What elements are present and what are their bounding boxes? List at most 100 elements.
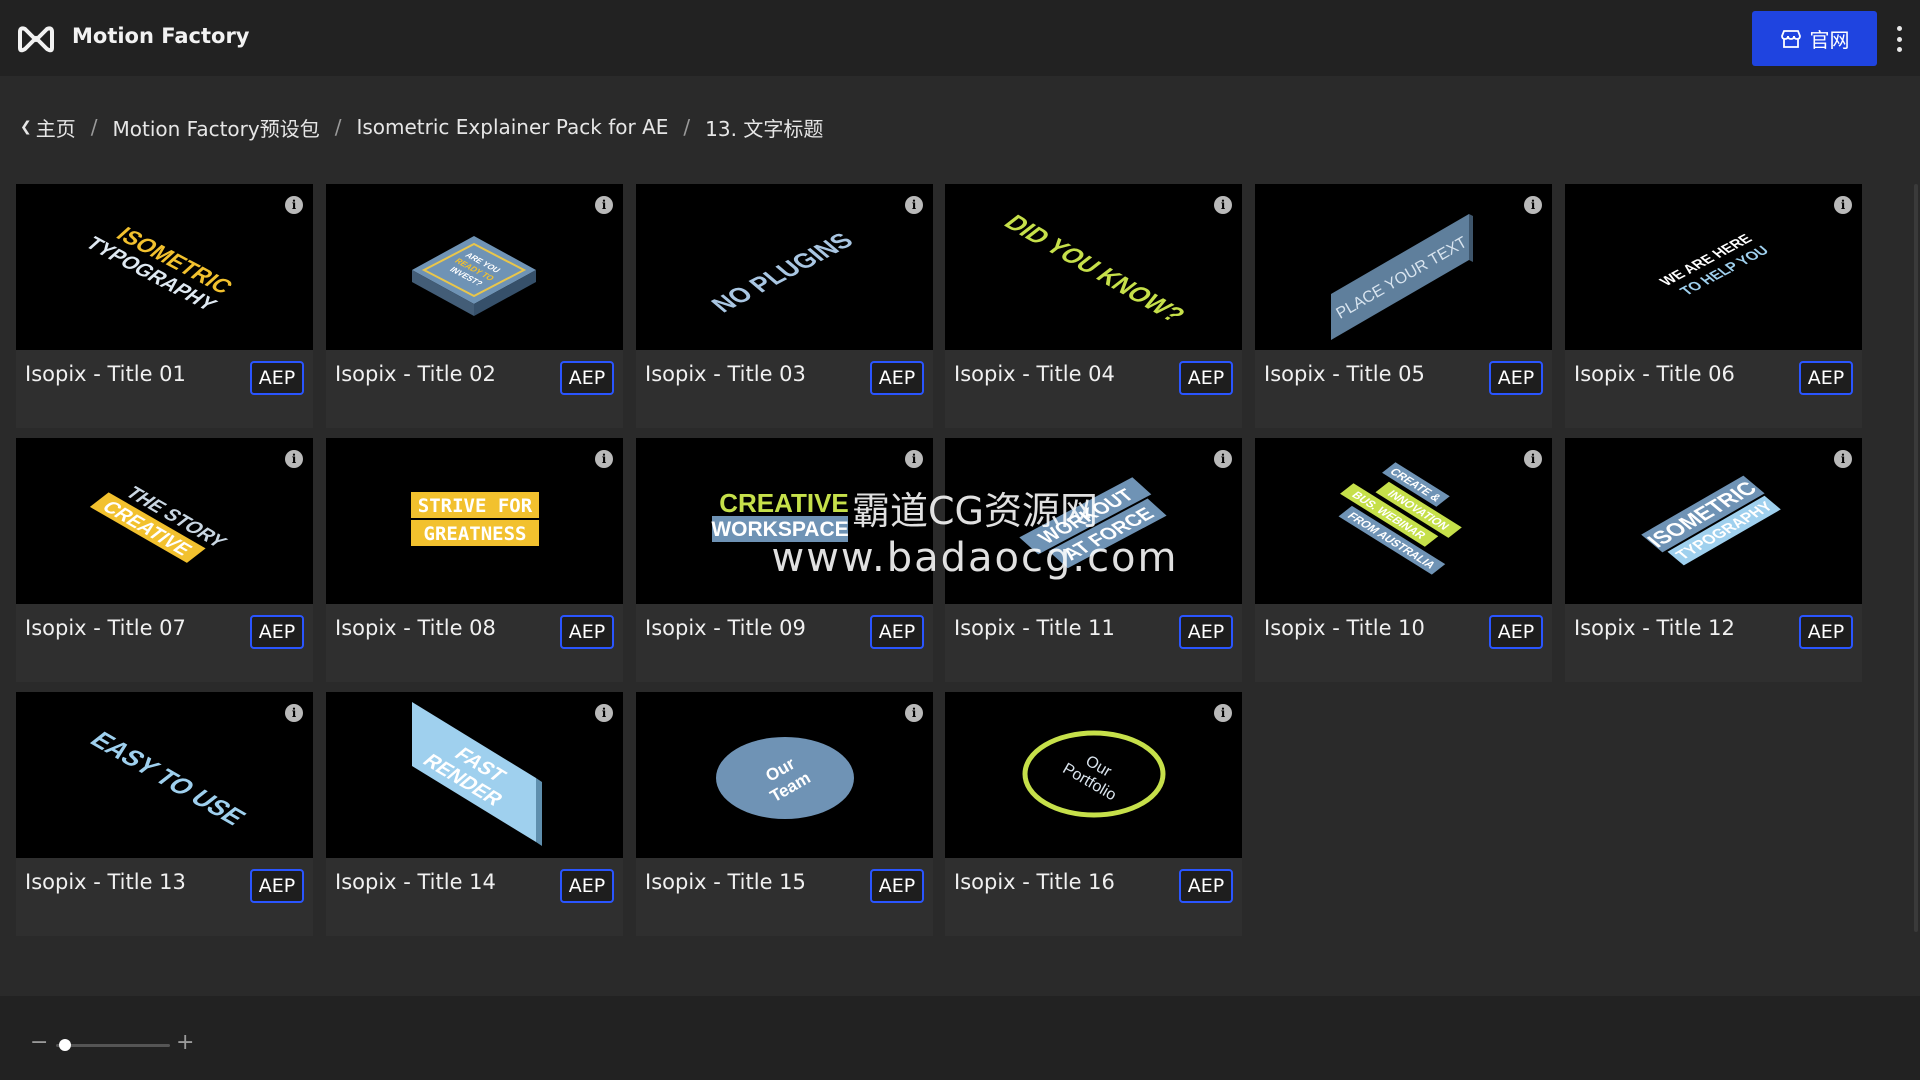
preset-card[interactable]: Our Team i Isopix - Title 15 AEP: [636, 692, 933, 936]
aep-badge: AEP: [1799, 361, 1853, 395]
preset-thumbnail[interactable]: ISOMETRIC TYPOGRAPHY: [16, 184, 313, 350]
preset-card[interactable]: Our Portfolio i Isopix - Title 16 AEP: [945, 692, 1242, 936]
info-icon[interactable]: i: [1214, 196, 1232, 214]
top-bar: Motion Factory 官网: [0, 0, 1920, 76]
thumb-text: DID YOU KNOW?: [998, 211, 1191, 327]
chevron-left-icon[interactable]: ❮: [20, 119, 32, 135]
aep-badge: AEP: [870, 615, 924, 649]
card-title: Isopix - Title 15: [645, 870, 806, 894]
aep-badge: AEP: [1799, 615, 1853, 649]
preset-thumbnail[interactable]: STRIVE FOR GREATNESS: [326, 438, 623, 604]
preset-thumbnail[interactable]: Our Team: [636, 692, 933, 858]
preset-card[interactable]: NO PLUGINS i Isopix - Title 03 AEP: [636, 184, 933, 428]
motion-factory-logo-icon[interactable]: [16, 22, 56, 54]
preset-card[interactable]: THE STORY CREATIVE i Isopix - Title 07 A…: [16, 438, 313, 682]
preset-card[interactable]: CREATE & INNOVATION BUS. WEBINAR FROM AU…: [1255, 438, 1552, 682]
thumb-text: STRIVE FOR: [418, 495, 533, 517]
card-title: Isopix - Title 09: [645, 616, 806, 640]
preset-thumbnail[interactable]: PLACE YOUR TEXT: [1255, 184, 1552, 350]
aep-badge: AEP: [1489, 615, 1543, 649]
info-icon[interactable]: i: [1524, 450, 1542, 468]
thumb-text: EASY TO USE: [84, 727, 253, 830]
info-icon[interactable]: i: [285, 196, 303, 214]
kebab-menu-icon[interactable]: [1890, 26, 1908, 52]
aep-badge: AEP: [250, 869, 304, 903]
info-icon[interactable]: i: [1834, 450, 1852, 468]
card-title: Isopix - Title 16: [954, 870, 1115, 894]
official-site-label: 官网: [1809, 28, 1850, 52]
info-icon[interactable]: i: [595, 196, 613, 214]
info-icon[interactable]: i: [905, 450, 923, 468]
aep-badge: AEP: [560, 615, 614, 649]
preset-thumbnail[interactable]: FAST RENDER: [326, 692, 623, 858]
preset-thumbnail[interactable]: NO PLUGINS: [636, 184, 933, 350]
preset-thumbnail[interactable]: ARE YOU READY TO INVEST?: [326, 184, 623, 350]
preset-card[interactable]: EASY TO USE i Isopix - Title 13 AEP: [16, 692, 313, 936]
breadcrumb-current: 13. 文字标题: [705, 116, 824, 141]
card-title: Isopix - Title 07: [25, 616, 186, 640]
preset-thumbnail[interactable]: WE ARE HERE TO HELP YOU: [1565, 184, 1862, 350]
info-icon[interactable]: i: [595, 450, 613, 468]
zoom-slider-handle[interactable]: [59, 1039, 72, 1051]
info-icon[interactable]: i: [285, 704, 303, 722]
breadcrumb-pack[interactable]: Isometric Explainer Pack for AE: [356, 115, 668, 139]
breadcrumb-separator: /: [683, 115, 691, 139]
info-icon[interactable]: i: [905, 704, 923, 722]
preset-card[interactable]: CREATIVE WORKSPACE i Isopix - Title 09 A…: [636, 438, 933, 682]
info-icon[interactable]: i: [285, 450, 303, 468]
preset-card[interactable]: ISOMETRIC TYPOGRAPHY i Isopix - Title 01…: [16, 184, 313, 428]
aep-badge: AEP: [560, 869, 614, 903]
card-title: Isopix - Title 03: [645, 362, 806, 386]
preset-card[interactable]: WORKOUT AT FORCE i Isopix - Title 11 AEP: [945, 438, 1242, 682]
official-site-button[interactable]: 官网: [1752, 11, 1877, 66]
preset-thumbnail[interactable]: ISOMETRIC TYPOGRAPHY: [1565, 438, 1862, 604]
preset-thumbnail[interactable]: THE STORY CREATIVE: [16, 438, 313, 604]
preset-card[interactable]: ARE YOU READY TO INVEST? i Isopix - Titl…: [326, 184, 623, 428]
aep-badge: AEP: [870, 361, 924, 395]
zoom-out-button[interactable]: −: [30, 1032, 48, 1054]
thumb-text: GREATNESS: [424, 523, 527, 545]
card-title: Isopix - Title 12: [1574, 616, 1735, 640]
aep-badge: AEP: [250, 361, 304, 395]
aep-badge: AEP: [1489, 361, 1543, 395]
card-title: Isopix - Title 10: [1264, 616, 1425, 640]
info-icon[interactable]: i: [1524, 196, 1542, 214]
store-icon: [1780, 29, 1801, 48]
thumb-text: WORKSPACE: [711, 518, 848, 541]
preset-thumbnail[interactable]: DID YOU KNOW?: [945, 184, 1242, 350]
zoom-slider-track[interactable]: [56, 1044, 170, 1047]
thumb-text: CREATIVE: [719, 488, 849, 518]
preset-card[interactable]: ISOMETRIC TYPOGRAPHY i Isopix - Title 12…: [1565, 438, 1862, 682]
card-title: Isopix - Title 04: [954, 362, 1115, 386]
preset-thumbnail[interactable]: EASY TO USE: [16, 692, 313, 858]
aep-badge: AEP: [560, 361, 614, 395]
zoom-in-button[interactable]: +: [176, 1032, 194, 1054]
preset-card[interactable]: PLACE YOUR TEXT i Isopix - Title 05 AEP: [1255, 184, 1552, 428]
aep-badge: AEP: [1179, 869, 1233, 903]
aep-badge: AEP: [250, 615, 304, 649]
preset-card[interactable]: WE ARE HERE TO HELP YOU i Isopix - Title…: [1565, 184, 1862, 428]
info-icon[interactable]: i: [905, 196, 923, 214]
card-title: Isopix - Title 02: [335, 362, 496, 386]
bottom-bar: [0, 996, 1920, 1080]
preset-card[interactable]: STRIVE FOR GREATNESS i Isopix - Title 08…: [326, 438, 623, 682]
preset-thumbnail[interactable]: WORKOUT AT FORCE: [945, 438, 1242, 604]
info-icon[interactable]: i: [1834, 196, 1852, 214]
scrollbar[interactable]: [1914, 184, 1918, 932]
card-title: Isopix - Title 13: [25, 870, 186, 894]
preset-thumbnail[interactable]: Our Portfolio: [945, 692, 1242, 858]
info-icon[interactable]: i: [595, 704, 613, 722]
info-icon[interactable]: i: [1214, 450, 1232, 468]
preset-thumbnail[interactable]: CREATIVE WORKSPACE: [636, 438, 933, 604]
aep-badge: AEP: [870, 869, 924, 903]
breadcrumb-home[interactable]: 主页: [36, 113, 76, 142]
aep-badge: AEP: [1179, 361, 1233, 395]
info-icon[interactable]: i: [1214, 704, 1232, 722]
thumb-text: PLACE YOUR TEXT: [1333, 234, 1470, 323]
preset-card[interactable]: FAST RENDER i Isopix - Title 14 AEP: [326, 692, 623, 936]
breadcrumb-presets[interactable]: Motion Factory预设包: [112, 113, 319, 142]
preset-thumbnail[interactable]: CREATE & INNOVATION BUS. WEBINAR FROM AU…: [1255, 438, 1552, 604]
app-title[interactable]: Motion Factory: [72, 24, 250, 48]
breadcrumb: ❮ 主页 / Motion Factory预设包 / Isometric Exp…: [20, 112, 823, 142]
preset-card[interactable]: DID YOU KNOW? i Isopix - Title 04 AEP: [945, 184, 1242, 428]
